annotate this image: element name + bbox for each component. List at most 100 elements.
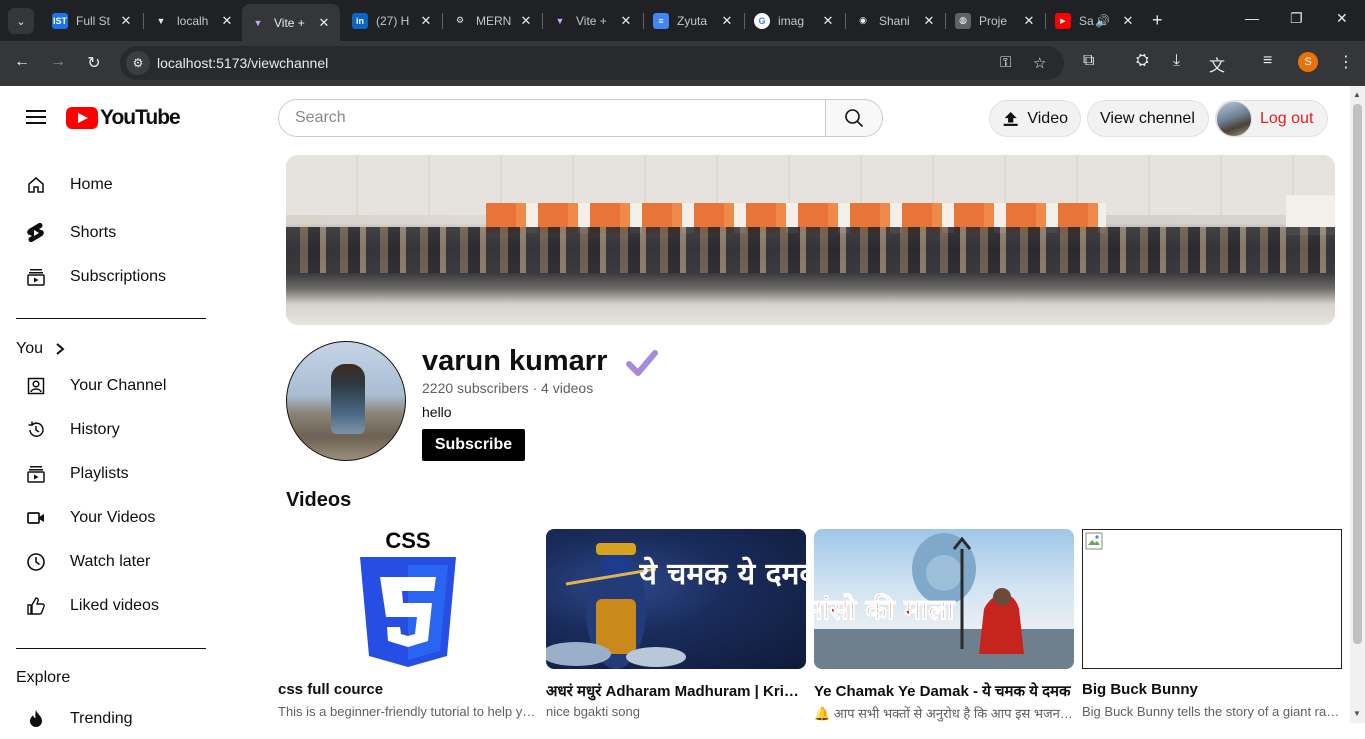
browser-tab[interactable]: ▼ localh ✕ xyxy=(145,6,243,35)
history-icon xyxy=(26,420,46,440)
speaker-icon[interactable]: 🔊 xyxy=(1095,14,1110,28)
video-title[interactable]: अधरं मधुरं Adharam Madhuram | Krishna Bh… xyxy=(546,681,806,701)
video-thumbnail[interactable]: ये चमक ये दमक xyxy=(546,529,806,669)
sidebar-item-label: Watch later xyxy=(70,553,151,570)
view-channel-button[interactable]: View chennel xyxy=(1087,100,1209,137)
css-thumb-text: CSS xyxy=(385,529,430,553)
channel-avatar xyxy=(286,341,406,461)
close-icon[interactable]: ✕ xyxy=(518,13,534,29)
sidebar-item-label: Subscriptions xyxy=(70,268,167,285)
thumb-hindi-text: ये चमक ये दमक xyxy=(638,556,806,592)
incognito-icon[interactable]: ⛭ xyxy=(1136,52,1149,70)
scroll-thumb[interactable] xyxy=(1353,104,1362,644)
upload-icon xyxy=(1003,111,1018,126)
close-icon[interactable]: ✕ xyxy=(1021,13,1037,29)
media-control-icon[interactable]: ≡ xyxy=(1263,52,1272,70)
sidebar-item-your-channel[interactable]: Your Channel xyxy=(0,366,230,406)
close-icon[interactable]: ✕ xyxy=(719,13,735,29)
close-window-icon[interactable]: ✕ xyxy=(1336,10,1348,27)
sidebar-item-label: Home xyxy=(70,176,113,193)
bookmark-star-icon[interactable]: ☆ xyxy=(1033,54,1046,72)
tab-favicon: ⚙ xyxy=(452,12,468,29)
browser-tab-active[interactable]: ▼ Vite + ✕ xyxy=(242,4,340,41)
channel-stats: 2220 subscribers · 4 videos xyxy=(422,380,594,396)
sidebar-item-trending[interactable]: Trending xyxy=(0,699,230,739)
address-bar[interactable]: ⚙ localhost:5173/viewchannel ⚿ ☆ xyxy=(120,46,1064,80)
video-thumbnail[interactable] xyxy=(1082,529,1342,669)
liked-videos-icon xyxy=(26,596,46,616)
browser-tab[interactable]: ◉ Shani ✕ xyxy=(847,6,945,35)
browser-tab[interactable]: in (27) H ✕ xyxy=(344,6,442,35)
tab-title: Full St xyxy=(76,13,111,28)
close-icon[interactable]: ✕ xyxy=(219,13,235,29)
video-title[interactable]: Ye Chamak Ye Damak - ये चमक ये दमक xyxy=(814,681,1074,701)
close-icon[interactable]: ✕ xyxy=(618,13,634,29)
download-icon[interactable]: ⤓ xyxy=(1173,52,1180,70)
page-scrollbar[interactable]: ▲ ▼ xyxy=(1350,86,1365,723)
logout-button[interactable]: Log out xyxy=(1215,100,1328,137)
browser-tab[interactable]: IST Full St ✕ xyxy=(44,6,142,35)
tab-favicon: IST xyxy=(52,12,68,29)
sidebar-item-label: History xyxy=(70,421,120,438)
browser-tab[interactable]: ≡ Zyuta ✕ xyxy=(645,6,743,35)
reload-icon[interactable]: ↻ xyxy=(83,53,105,73)
sidebar-item-watch-later[interactable]: Watch later xyxy=(0,542,230,582)
close-icon[interactable]: ✕ xyxy=(418,13,434,29)
sidebar-item-playlists[interactable]: Playlists xyxy=(0,454,230,494)
sidebar-item-subscriptions[interactable]: Subscriptions xyxy=(0,257,230,297)
scroll-down-icon[interactable]: ▼ xyxy=(1353,709,1361,718)
video-card[interactable]: CSS css full cource This is a beginner-f… xyxy=(278,529,540,723)
browser-tab[interactable]: G imag ✕ xyxy=(746,6,844,35)
back-icon[interactable]: ← xyxy=(11,53,33,71)
maximize-icon[interactable]: ❐ xyxy=(1290,10,1303,27)
sidebar-item-label: Your Videos xyxy=(70,509,156,526)
video-card[interactable]: सांसो की माला Ye Chamak Ye Damak - ये चम… xyxy=(814,529,1076,723)
video-card[interactable]: ये चमक ये दमक अधरं मधुरं Adharam Madhura… xyxy=(546,529,808,723)
forward-icon[interactable]: → xyxy=(47,53,69,71)
close-icon[interactable]: ✕ xyxy=(118,13,134,29)
extensions-icon[interactable]: ⧉ xyxy=(1083,52,1094,70)
hamburger-menu-icon[interactable] xyxy=(26,110,46,128)
site-info-icon[interactable]: ⚙ xyxy=(126,51,150,75)
tab-title: Zyuta xyxy=(677,13,708,28)
password-key-icon[interactable]: ⚿ xyxy=(1000,54,1011,71)
video-card[interactable]: Big Buck Bunny Big Buck Bunny tells the … xyxy=(1082,529,1344,723)
browser-tab[interactable]: ▶ Sa 🔊 ✕ xyxy=(1047,6,1145,35)
sidebar-item-shorts[interactable]: Shorts xyxy=(0,213,230,253)
tab-divider xyxy=(1045,13,1046,29)
sidebar-item-liked-videos[interactable]: Liked videos xyxy=(0,586,230,626)
address-url[interactable]: localhost:5173/viewchannel xyxy=(157,55,328,71)
video-thumbnail[interactable]: CSS xyxy=(278,529,538,669)
scroll-up-icon[interactable]: ▲ xyxy=(1353,90,1361,99)
browser-tab[interactable]: ⚙ MERN ✕ xyxy=(444,6,542,35)
you-section-heading[interactable]: You xyxy=(16,340,67,358)
video-description: Big Buck Bunny tells the story of a gian… xyxy=(1082,704,1342,719)
browser-tab[interactable]: ◍ Proje ✕ xyxy=(947,6,1045,35)
upload-video-button[interactable]: Video xyxy=(989,100,1081,137)
close-icon[interactable]: ✕ xyxy=(1120,13,1136,29)
tab-title: localh xyxy=(177,13,209,28)
translate-icon[interactable]: 文 xyxy=(1209,52,1225,76)
channel-name: varun kumarr xyxy=(422,345,608,377)
new-tab-button[interactable]: + xyxy=(1152,10,1163,31)
sidebar-item-history[interactable]: History xyxy=(0,410,230,450)
close-icon[interactable]: ✕ xyxy=(316,15,332,31)
sidebar-item-your-videos[interactable]: Your Videos xyxy=(0,498,230,538)
video-title[interactable]: Big Buck Bunny xyxy=(1082,681,1342,698)
close-icon[interactable]: ✕ xyxy=(820,13,836,29)
sidebar-item-home[interactable]: Home xyxy=(0,165,230,205)
video-title[interactable]: css full cource xyxy=(278,681,538,698)
minimize-icon[interactable]: — xyxy=(1245,10,1259,26)
search-button[interactable] xyxy=(825,99,883,137)
profile-avatar[interactable]: S xyxy=(1298,52,1318,72)
tab-favicon: ▼ xyxy=(153,12,169,29)
tab-favicon: G xyxy=(754,12,770,29)
tab-search-button[interactable]: ⌄ xyxy=(8,8,34,34)
video-thumbnail[interactable]: सांसो की माला xyxy=(814,529,1074,669)
close-icon[interactable]: ✕ xyxy=(921,13,937,29)
browser-menu-icon[interactable]: ⋮ xyxy=(1338,52,1354,72)
search-input[interactable] xyxy=(278,99,825,137)
youtube-logo[interactable]: YouTube xyxy=(66,106,181,130)
browser-tab[interactable]: ▼ Vite + ✕ xyxy=(544,6,642,35)
subscribe-button[interactable]: Subscribe xyxy=(422,429,525,461)
